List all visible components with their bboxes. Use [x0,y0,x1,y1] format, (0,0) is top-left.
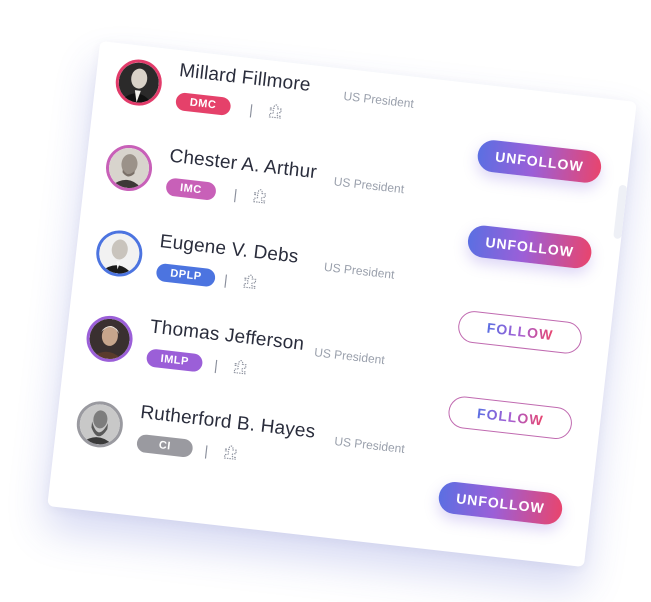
follow-button[interactable]: FOLLOW [456,309,584,356]
avatar[interactable] [74,398,126,450]
avatar[interactable] [113,57,165,109]
puzzle-icon[interactable] [266,101,286,121]
follow-list-card: Millard Fillmore US President DMC | UNFO… [47,40,637,568]
scrollbar[interactable] [613,184,628,240]
separator: | [203,442,210,459]
follow-button[interactable]: FOLLOW [446,394,574,441]
avatar[interactable] [93,228,145,279]
unfollow-button[interactable]: UNFOLLOW [437,480,564,527]
separator: | [248,101,254,118]
person-name[interactable]: Millard Fillmore [178,60,312,97]
party-badge: IMC [165,177,217,201]
puzzle-icon[interactable] [241,272,261,292]
puzzle-icon[interactable] [251,186,271,206]
puzzle-icon[interactable] [222,442,242,462]
unfollow-button[interactable]: UNFOLLOW [475,138,603,185]
puzzle-icon[interactable] [231,357,251,377]
unfollow-button[interactable]: UNFOLLOW [466,223,594,270]
party-badge: CI [135,433,194,458]
party-badge: DPLP [155,262,217,288]
person-role: US President [313,345,386,368]
avatar[interactable] [84,313,136,365]
person-role: US President [342,88,415,111]
person-role: US President [333,174,405,197]
avatar[interactable] [103,142,155,194]
separator: | [213,356,219,374]
party-badge: DMC [174,91,232,117]
person-role: US President [333,434,406,456]
separator: | [232,186,239,203]
separator: | [223,271,229,288]
person-role: US President [323,259,396,282]
party-badge: IMLP [145,348,204,373]
